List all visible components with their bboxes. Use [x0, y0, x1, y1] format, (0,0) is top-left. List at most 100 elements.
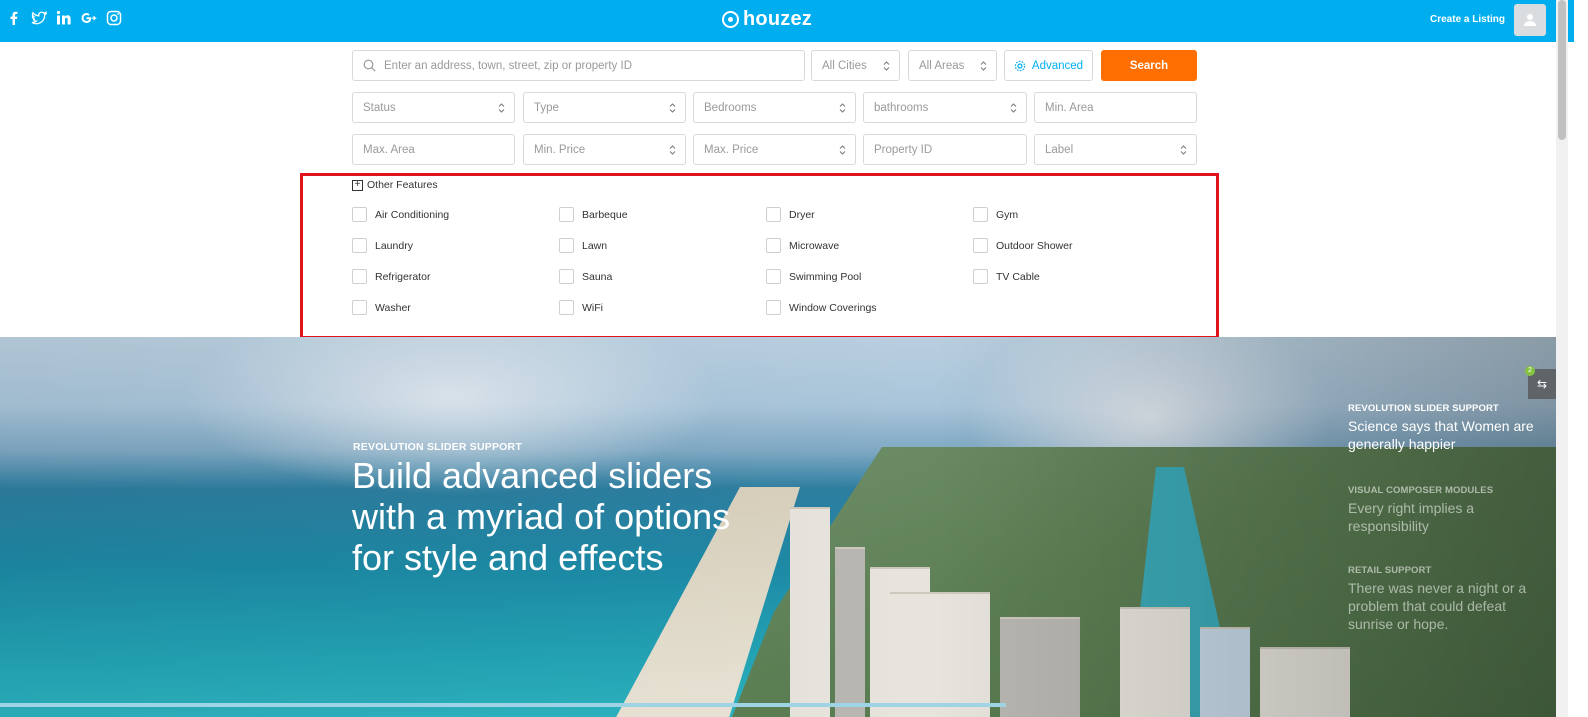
slide-nav-title: Science says that Women are generally ha… — [1348, 418, 1534, 452]
status-select[interactable]: Status — [352, 92, 515, 123]
feature-label: Sauna — [582, 270, 613, 283]
logo-mark-icon — [722, 11, 739, 28]
advanced-button[interactable]: Advanced — [1004, 50, 1093, 81]
feature-checkbox-refrigerator[interactable]: Refrigerator — [352, 269, 430, 284]
checkbox[interactable] — [352, 269, 367, 284]
feature-checkbox-tv-cable[interactable]: TV Cable — [973, 269, 1040, 284]
feature-checkbox-air-conditioning[interactable]: Air Conditioning — [352, 207, 449, 222]
checkbox[interactable] — [352, 238, 367, 253]
bathrooms-select-value: bathrooms — [874, 101, 929, 114]
feature-checkbox-dryer[interactable]: Dryer — [766, 207, 815, 222]
feature-checkbox-outdoor-shower[interactable]: Outdoor Shower — [973, 238, 1072, 253]
feature-label: Window Coverings — [789, 301, 877, 314]
other-features-label: Other Features — [367, 179, 438, 191]
feature-label: Barbeque — [582, 208, 628, 221]
select-arrows-icon — [669, 103, 676, 113]
max-area-placeholder: Max. Area — [363, 143, 415, 156]
slide-nav-item-3[interactable]: RETAIL SUPPORT There was never a night o… — [1348, 565, 1538, 633]
areas-select[interactable]: All Areas — [908, 50, 997, 81]
user-avatar-button[interactable] — [1514, 4, 1546, 36]
checkbox[interactable] — [766, 207, 781, 222]
feature-checkbox-lawn[interactable]: Lawn — [559, 238, 607, 253]
min-area-input[interactable]: Min. Area — [1034, 92, 1197, 123]
feature-checkbox-washer[interactable]: Washer — [352, 300, 411, 315]
checkbox[interactable] — [766, 269, 781, 284]
feature-checkbox-swimming-pool[interactable]: Swimming Pool — [766, 269, 861, 284]
checkbox[interactable] — [559, 238, 574, 253]
hero-title: Build advanced sliders with a myriad of … — [352, 455, 731, 578]
features-highlight-box — [300, 173, 1219, 339]
logo-text: houzez — [743, 8, 812, 30]
search-button[interactable]: Search — [1101, 50, 1197, 81]
feature-checkbox-window-coverings[interactable]: Window Coverings — [766, 300, 877, 315]
feature-checkbox-laundry[interactable]: Laundry — [352, 238, 413, 253]
checkbox[interactable] — [559, 269, 574, 284]
property-id-input[interactable]: Property ID — [863, 134, 1027, 165]
checkbox[interactable] — [766, 300, 781, 315]
plus-icon: + — [352, 179, 363, 191]
min-area-placeholder: Min. Area — [1045, 101, 1094, 114]
max-price-select[interactable]: Max. Price — [693, 134, 856, 165]
checkbox[interactable] — [973, 207, 988, 222]
checkbox[interactable] — [352, 300, 367, 315]
feature-label: TV Cable — [996, 270, 1040, 283]
google-plus-icon[interactable] — [81, 9, 97, 27]
compare-count-badge: 2 — [1525, 366, 1535, 376]
slide-nav-title: Every right implies a responsibility — [1348, 500, 1475, 534]
feature-label: Outdoor Shower — [996, 239, 1073, 252]
feature-checkbox-barbeque[interactable]: Barbeque — [559, 207, 628, 222]
page-scrollbar[interactable] — [1556, 0, 1568, 717]
feature-label: WiFi — [582, 301, 603, 314]
gear-icon — [1014, 60, 1026, 71]
min-price-select-value: Min. Price — [534, 143, 586, 156]
scrollbar-thumb[interactable] — [1558, 0, 1566, 140]
checkbox[interactable] — [559, 300, 574, 315]
select-arrows-icon — [1180, 145, 1187, 155]
feature-label: Dryer — [789, 208, 815, 221]
instagram-icon[interactable] — [106, 9, 122, 27]
hero-slider[interactable]: REVOLUTION SLIDER SUPPORT Build advanced… — [0, 337, 1556, 717]
cities-select[interactable]: All Cities — [811, 50, 900, 81]
cities-select-value: All Cities — [822, 59, 867, 72]
slide-nav-item-1[interactable]: REVOLUTION SLIDER SUPPORT Science says t… — [1348, 403, 1538, 453]
feature-checkbox-gym[interactable]: Gym — [973, 207, 1018, 222]
checkbox[interactable] — [973, 269, 988, 284]
create-listing-link[interactable]: Create a Listing — [1430, 14, 1505, 25]
linkedin-icon[interactable] — [56, 9, 72, 27]
houzez-logo[interactable]: houzez — [722, 8, 812, 31]
feature-label: Gym — [996, 208, 1019, 221]
bathrooms-select[interactable]: bathrooms — [863, 92, 1027, 123]
feature-label: Washer — [375, 301, 411, 314]
min-price-select[interactable]: Min. Price — [523, 134, 686, 165]
social-links — [6, 9, 122, 27]
feature-label: Air Conditioning — [375, 208, 450, 221]
search-placeholder: Enter an address, town, street, zip or p… — [384, 59, 633, 72]
checkbox[interactable] — [352, 207, 367, 222]
areas-select-value: All Areas — [919, 59, 965, 72]
slide-nav-kicker: RETAIL SUPPORT — [1348, 565, 1432, 576]
select-arrows-icon — [498, 103, 505, 113]
checkbox[interactable] — [559, 207, 574, 222]
feature-checkbox-microwave[interactable]: Microwave — [766, 238, 839, 253]
hero-kicker: REVOLUTION SLIDER SUPPORT — [353, 441, 522, 453]
bottom-strip — [0, 703, 1006, 707]
checkbox[interactable] — [766, 238, 781, 253]
bedrooms-select[interactable]: Bedrooms — [693, 92, 856, 123]
label-select[interactable]: Label — [1034, 134, 1197, 165]
checkbox[interactable] — [973, 238, 988, 253]
search-input[interactable]: Enter an address, town, street, zip or p… — [352, 50, 805, 81]
other-features-toggle[interactable]: + Other Features — [352, 179, 438, 191]
slide-nav-item-2[interactable]: VISUAL COMPOSER MODULES Every right impl… — [1348, 485, 1538, 535]
max-price-select-value: Max. Price — [704, 143, 759, 156]
facebook-icon[interactable] — [6, 9, 22, 27]
type-select[interactable]: Type — [523, 92, 686, 123]
twitter-icon[interactable] — [31, 9, 47, 27]
feature-label: Microwave — [789, 239, 840, 252]
type-select-value: Type — [534, 101, 559, 114]
feature-label: Lawn — [582, 239, 608, 252]
max-area-input[interactable]: Max. Area — [352, 134, 515, 165]
property-id-placeholder: Property ID — [874, 143, 933, 156]
feature-checkbox-sauna[interactable]: Sauna — [559, 269, 612, 284]
select-arrows-icon — [839, 145, 846, 155]
feature-checkbox-wifi[interactable]: WiFi — [559, 300, 603, 315]
